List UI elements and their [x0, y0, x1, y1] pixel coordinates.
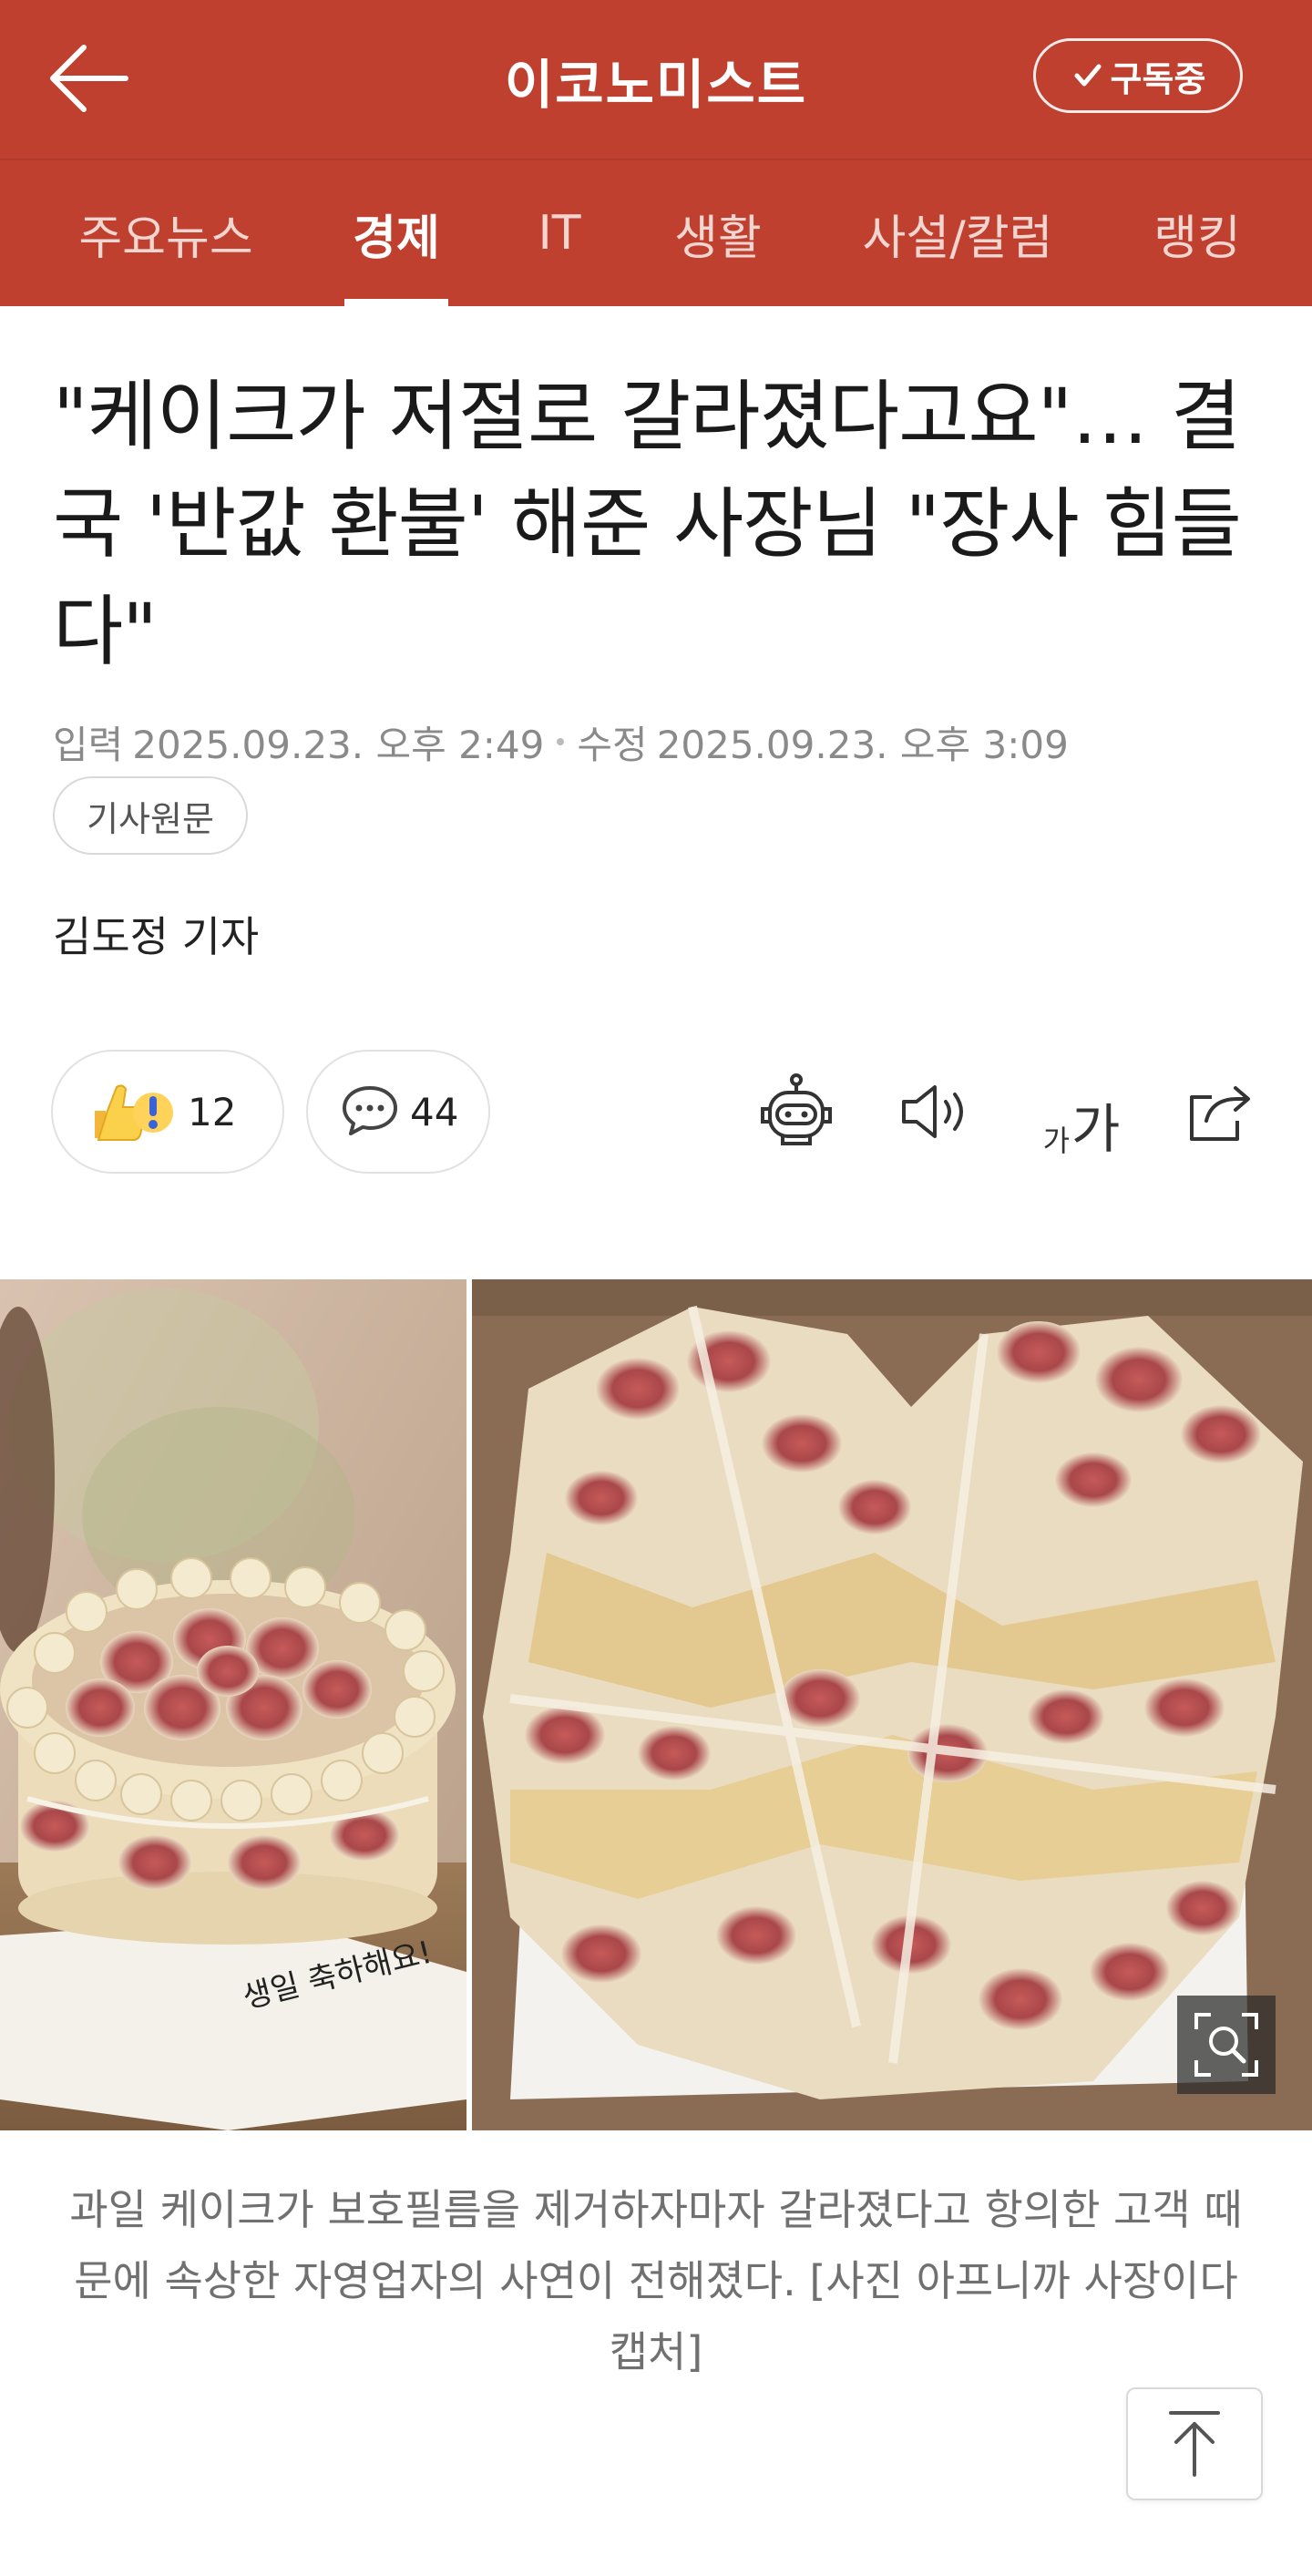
tab-main-news[interactable]: 주요뉴스 — [73, 160, 259, 306]
back-arrow-icon — [50, 45, 128, 112]
subscribe-button[interactable]: 구독중 — [1033, 38, 1243, 113]
input-date: 2025.09.23. 오후 2:49 — [132, 722, 545, 767]
share-button[interactable] — [1175, 1068, 1263, 1155]
photo-caption: 과일 케이크가 보호필름을 제거하자마자 갈라졌다고 항의한 고객 때문에 속상… — [69, 2185, 1243, 2376]
tab-economy[interactable]: 경제 — [344, 160, 448, 306]
photo-zoom-button[interactable] — [1177, 1996, 1276, 2094]
input-date-label: 입력 — [53, 722, 124, 767]
thumbs-up-icon — [89, 1080, 177, 1144]
tab-life[interactable]: 생활 — [671, 160, 765, 306]
text-to-speech-button[interactable] — [891, 1068, 979, 1155]
font-size-large: 가 — [1071, 1098, 1121, 1160]
modified-date: 2025.09.23. 오후 3:09 — [656, 722, 1069, 767]
subscribe-label: 구독중 — [1110, 58, 1206, 99]
reaction-count: 12 — [188, 1089, 237, 1134]
comment-button[interactable]: 44 — [306, 1050, 490, 1174]
comment-count: 44 — [410, 1089, 459, 1134]
meta-separator — [557, 738, 565, 745]
article-photo[interactable]: 생일 축하해요! — [0, 1279, 1312, 2130]
back-button[interactable] — [44, 40, 131, 117]
app-header: 이코노미스트 구독중 — [0, 0, 1312, 160]
tab-ranking[interactable]: 랭킹 — [1150, 160, 1245, 306]
reporter-byline[interactable]: 김도정 기자 — [53, 904, 259, 964]
share-icon — [1190, 1086, 1250, 1141]
speaker-icon — [902, 1085, 963, 1138]
comment-bubble-icon — [341, 1083, 399, 1141]
font-size-button[interactable]: 가 가 — [1031, 1068, 1132, 1155]
section-tabs: 주요뉴스 경제 IT 생활 사설/칼럼 랭킹 — [0, 160, 1312, 306]
article-headline: "케이크가 저절로 갈라졌다고요"… 결국 '반값 환불' 해준 사장님 "장사… — [53, 372, 1242, 676]
reaction-button[interactable]: 12 — [51, 1050, 284, 1174]
original-article-button[interactable]: 기사원문 — [53, 776, 248, 855]
cake-photo-image: 생일 축하해요! — [0, 1279, 1312, 2130]
scroll-to-top-button[interactable] — [1126, 2387, 1263, 2500]
article-dates: 입력 2025.09.23. 오후 2:49 수정 2025.09.23. 오후… — [53, 714, 1069, 769]
zoom-icon — [1194, 2013, 1258, 2077]
check-icon — [1071, 58, 1105, 93]
tab-editorial[interactable]: 사설/칼럼 — [856, 160, 1059, 306]
arrow-up-icon — [1169, 2411, 1220, 2477]
modified-date-label: 수정 — [577, 722, 648, 767]
tab-it[interactable]: IT — [528, 160, 590, 306]
font-size-small: 가 — [1042, 1124, 1071, 1158]
robot-icon — [761, 1073, 832, 1145]
ai-summary-button[interactable] — [753, 1068, 840, 1155]
